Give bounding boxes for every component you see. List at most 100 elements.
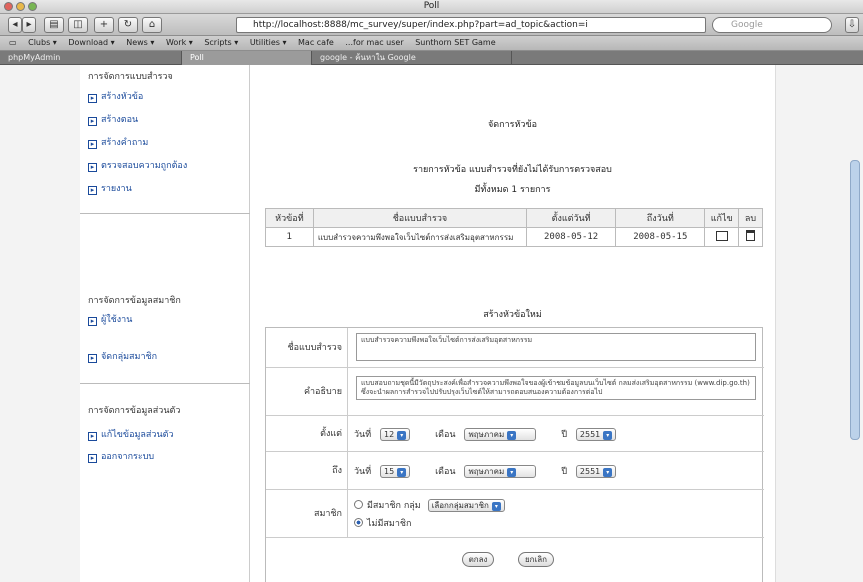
bookmark-item[interactable]: Clubs ▾ (28, 38, 57, 47)
tab-phpmyadmin[interactable]: phpMyAdmin (0, 51, 182, 65)
sidebar-item-logout[interactable]: ▸ ออกจากระบบ (88, 449, 154, 463)
sidebar-item-edit-profile[interactable]: ▸ แก้ไขข้อมูลส่วนตัว (88, 427, 174, 441)
main-panel: จัดการหัวข้อ รายการหัวข้อ แบบสำรวจที่ยัง… (250, 65, 775, 582)
menu-bullet-icon: ▸ (88, 454, 97, 463)
select-arrow-icon: ▾ (603, 468, 613, 477)
bookmark-item[interactable]: Scripts ▾ (204, 38, 238, 47)
tab-bar: phpMyAdmin Poll google - ค้นหาใน Google (0, 51, 863, 65)
radio-no-members[interactable] (354, 518, 363, 527)
search-field[interactable]: Google (712, 17, 832, 33)
menu-bullet-icon: ▸ (88, 140, 97, 149)
member-opt2-label: ไม่มีสมาชิก (367, 519, 412, 529)
page-content: การจัดการแบบสำรวจ ▸ สร้างหัวข้อ ▸ สร้างตอน… (0, 65, 863, 582)
start-day-select[interactable]: 12 ▾ (380, 428, 411, 441)
column-header: ชื่อแบบสำรวจ (312, 208, 528, 228)
sidebar-item-create-topic[interactable]: ▸ สร้างหัวข้อ (88, 89, 143, 103)
description-textarea[interactable]: แบบสอบถามชุดนี้มีวัตถุประสงค์เพื่อสำรวจค… (356, 376, 756, 400)
start-date-label: ตั้งแต่ (266, 416, 348, 451)
start-date-controls: วันที่ 12 ▾ เดือน พฤษภาคม ▾ ปี 2551 ▾ (354, 427, 617, 441)
year-label: ปี (561, 467, 568, 477)
bookmark-item[interactable]: Utilities ▾ (250, 38, 287, 47)
form-title: สร้างหัวข้อใหม่ (483, 310, 542, 320)
sidebar-section-title: การจัดการแบบสำรวจ (88, 72, 173, 82)
tab-poll[interactable]: Poll (182, 51, 312, 65)
column-header: ตั้งแต่วันที่ (526, 208, 617, 228)
end-month-select[interactable]: พฤษภาคม ▾ (464, 465, 537, 478)
menu-bullet-icon: ▸ (88, 163, 97, 172)
select-arrow-icon: ▾ (603, 431, 613, 440)
browser-toolbar: ◂ ▸ ▤ ◫ + ↻ ⌂ http://localhost:8888/mc_s… (0, 14, 863, 36)
member-option-with-group[interactable]: มีสมาชิก กลุ่ม เลือกกลุ่มสมาชิก ▾ (354, 498, 505, 512)
year-label: ปี (561, 430, 568, 440)
menu-bullet-icon: ▸ (88, 186, 97, 195)
trash-icon[interactable] (746, 230, 756, 241)
back-button[interactable]: ◂ (8, 17, 22, 33)
url-field[interactable]: http://localhost:8888/mc_survey/super/in… (236, 17, 706, 33)
end-date-label: ถึง (266, 452, 348, 489)
menu-bullet-icon: ▸ (88, 317, 97, 326)
column-header: หัวข้อที่ (265, 208, 314, 228)
divider (80, 213, 250, 214)
table-cell: 1 (265, 227, 314, 247)
month-label: เดือน (435, 467, 456, 477)
add-bookmark-button[interactable]: + (94, 17, 114, 33)
bookmark-item[interactable]: Sunthorn SET Game (415, 38, 495, 47)
edit-cell (704, 227, 740, 247)
start-year-select[interactable]: 2551 ▾ (575, 428, 617, 441)
reload-button[interactable]: ↻ (118, 17, 138, 33)
select-arrow-icon: ▾ (507, 431, 517, 440)
member-option-none[interactable]: ไม่มีสมาชิก (354, 516, 411, 530)
survey-name-textarea[interactable]: แบบสำรวจความพึงพอใจเว็บไซต์การส่งเสริมอุ… (356, 333, 756, 361)
select-arrow-icon: ▾ (507, 468, 517, 477)
bookmarks-bar: ▭ Clubs ▾ Download ▾ News ▾ Work ▾ Scrip… (0, 36, 863, 51)
sidebar-item-member-groups[interactable]: ▸ จัดกลุ่มสมาชิก (88, 349, 157, 363)
print-button[interactable]: ▤ (44, 17, 64, 33)
form-row-start-date: ตั้งแต่ วันที่ 12 ▾ เดือน พฤษภาคม ▾ ปี 255… (266, 416, 764, 452)
sidebar-item-report[interactable]: ▸ รายงาน (88, 181, 132, 195)
tab-google[interactable]: google - ค้นหาใน Google (312, 51, 512, 65)
menu-bullet-icon: ▸ (88, 354, 97, 363)
list-title: รายการหัวข้อ แบบสำรวจที่ยังไม่ได้รับการต… (413, 165, 612, 175)
delete-cell (738, 227, 763, 247)
end-day-select[interactable]: 15 ▾ (380, 465, 411, 478)
sidebar-item-validate[interactable]: ▸ ตรวจสอบความถูกต้อง (88, 158, 187, 172)
topic-table: หัวข้อที่ ชื่อแบบสำรวจ ตั้งแต่วันที่ ถึง… (265, 208, 763, 247)
form-row-member: สมาชิก มีสมาชิก กลุ่ม เลือกกลุ่มสมาชิก ▾ … (266, 490, 764, 538)
download-button[interactable]: ⇩ (845, 17, 859, 33)
scrollbar[interactable] (850, 160, 860, 440)
sidebar-item-users[interactable]: ▸ ผู้ใช้งาน (88, 312, 132, 326)
table-cell: 2008-05-12 (526, 227, 617, 247)
sidebar-item-create-question[interactable]: ▸ สร้างคำถาม (88, 135, 148, 149)
end-year-select[interactable]: 2551 ▾ (575, 465, 617, 478)
member-group-select[interactable]: เลือกกลุ่มสมาชิก ▾ (427, 499, 505, 512)
day-label: วันที่ (354, 467, 372, 477)
description-label: คำอธิบาย (266, 368, 348, 415)
start-month-select[interactable]: พฤษภาคม ▾ (464, 428, 537, 441)
table-header-row: หัวข้อที่ ชื่อแบบสำรวจ ตั้งแต่วันที่ ถึง… (265, 208, 763, 228)
submit-button[interactable]: ตกลง (462, 552, 494, 567)
radio-with-members[interactable] (354, 500, 363, 509)
bookmark-item[interactable]: Download ▾ (68, 38, 114, 47)
form-row-end-date: ถึง วันที่ 15 ▾ เดือน พฤษภาคม ▾ ปี 2551 ▾ (266, 452, 764, 490)
forward-button[interactable]: ▸ (22, 17, 36, 33)
bookmark-book-icon[interactable]: ▭ (9, 38, 17, 47)
cancel-button[interactable]: ยกเลิก (518, 552, 554, 567)
table-row: 1 แบบสำรวจความพึงพอใจเว็บไซต์การส่งเสริม… (265, 227, 763, 247)
home-button[interactable]: ⌂ (142, 17, 162, 33)
menu-bullet-icon: ▸ (88, 117, 97, 126)
left-gutter (0, 65, 80, 582)
form-row-description: คำอธิบาย แบบสอบถามชุดนี้มีวัตถุประสงค์เพ… (266, 368, 764, 416)
month-label: เดือน (435, 430, 456, 440)
bookmark-item[interactable]: Mac cafe (298, 38, 334, 47)
bookmark-item[interactable]: Work ▾ (166, 38, 193, 47)
bookmark-item[interactable]: News ▾ (126, 38, 154, 47)
column-header: แก้ไข (704, 208, 740, 228)
bookmark-item[interactable]: ...for mac user (345, 38, 403, 47)
edit-icon[interactable] (715, 230, 728, 241)
table-cell: แบบสำรวจความพึงพอใจเว็บไซต์การส่งเสริมอุ… (312, 227, 528, 247)
bookmark-view-button[interactable]: ◫ (68, 17, 88, 33)
sidebar-section-title: การจัดการข้อมูลส่วนตัว (88, 406, 181, 416)
window-title: Poll (423, 1, 440, 11)
column-header: ลบ (738, 208, 763, 228)
sidebar-item-create-part[interactable]: ▸ สร้างตอน (88, 112, 138, 126)
